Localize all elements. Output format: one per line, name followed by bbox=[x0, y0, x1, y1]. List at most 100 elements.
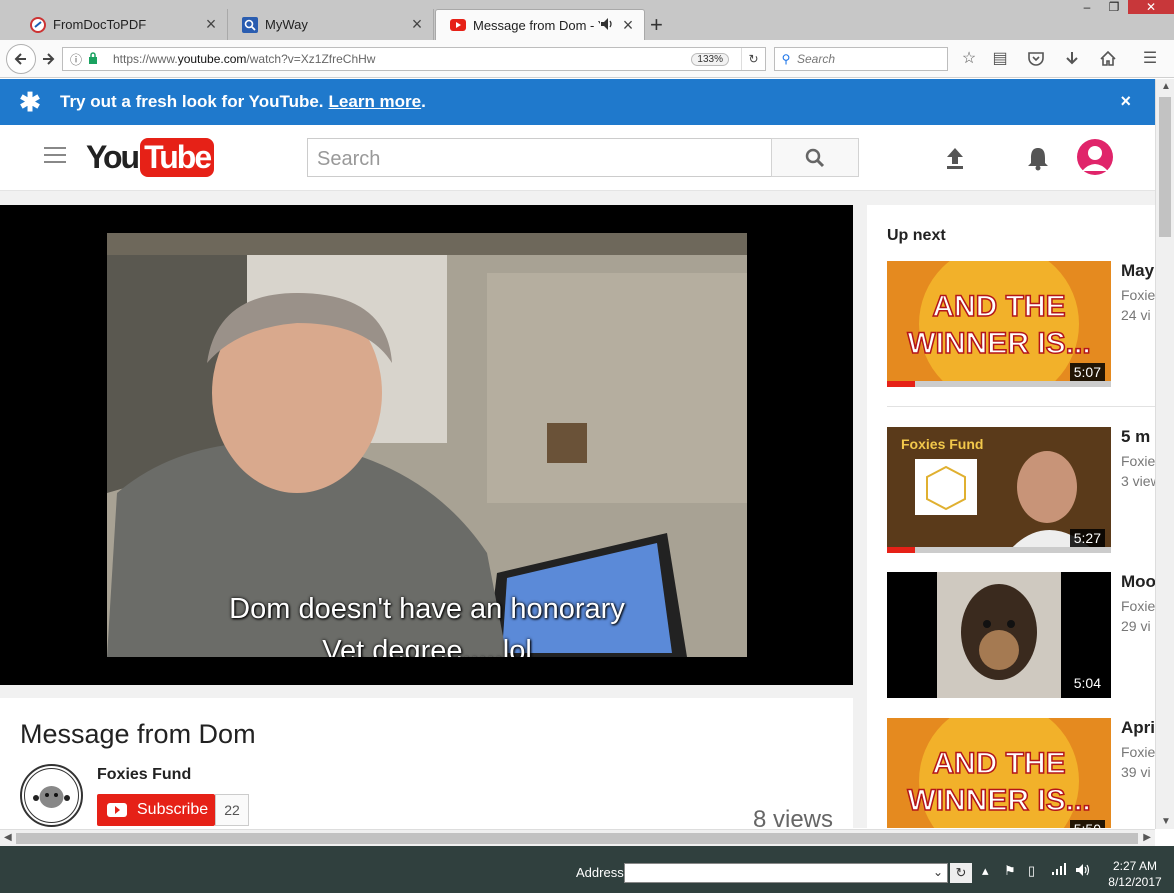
video-duration: 5:07 bbox=[1069, 363, 1105, 381]
volume-icon[interactable] bbox=[1075, 863, 1091, 880]
youtube-icon bbox=[450, 17, 466, 33]
banner-close-icon[interactable]: × bbox=[1120, 91, 1131, 112]
bookmark-star-icon[interactable]: ☆ bbox=[957, 48, 981, 70]
youtube-header: You Tube Search bbox=[0, 125, 1155, 191]
clock-time: 2:27 AM bbox=[1112, 859, 1158, 873]
address-go-icon[interactable]: ↻ bbox=[950, 863, 972, 883]
video-duration: 5:50 bbox=[1069, 820, 1105, 828]
video-thumbnail[interactable]: AND THE WINNER IS... 5:07 bbox=[887, 261, 1111, 387]
window-close-icon[interactable]: ✕ bbox=[1128, 0, 1174, 14]
video-duration: 5:27 bbox=[1069, 529, 1105, 547]
vertical-scrollbar[interactable]: ▲ ▼ bbox=[1155, 79, 1174, 829]
thumb-text: WINNER IS... bbox=[907, 784, 1090, 817]
logo-tube: Tube bbox=[140, 138, 215, 177]
upload-icon[interactable] bbox=[937, 140, 973, 176]
channel-name[interactable]: Foxies Fund bbox=[97, 766, 191, 784]
video-player[interactable]: Dom doesn't have an honorary Vet degree.… bbox=[0, 205, 853, 685]
browser-tab-strip: FromDocToPDF × MyWay × Message from Dom … bbox=[0, 0, 1174, 40]
tab-label: FromDocToPDF bbox=[53, 17, 147, 32]
download-icon[interactable] bbox=[1060, 48, 1084, 70]
device-icon[interactable]: ▯ bbox=[1028, 863, 1035, 879]
speaker-icon[interactable] bbox=[600, 17, 614, 34]
info-icon[interactable]: ⓘ bbox=[67, 51, 85, 68]
forward-arrow-icon[interactable] bbox=[38, 48, 58, 70]
fromdoctopdf-icon bbox=[30, 16, 46, 33]
browser-search-box[interactable]: ⚲ Search bbox=[774, 47, 948, 71]
divider bbox=[887, 406, 1155, 407]
subscribe-button[interactable]: Subscribe bbox=[97, 794, 215, 826]
url-bar[interactable]: ⓘ https://www.youtube.com/watch?v=Xz1Zfr… bbox=[62, 47, 766, 71]
clock-date: 8/12/2017 bbox=[1108, 875, 1162, 889]
scroll-right-icon[interactable]: ▶ bbox=[1143, 832, 1151, 843]
caption-line-2: Vet degree.....lol bbox=[322, 635, 532, 657]
account-avatar[interactable] bbox=[1077, 139, 1113, 175]
back-arrow-icon[interactable] bbox=[6, 44, 36, 74]
horizontal-scrollbar[interactable]: ◀ ▶ bbox=[0, 829, 1155, 846]
search-placeholder: Search bbox=[797, 52, 836, 66]
list-item[interactable]: 5:04 Moo Foxie 29 vi bbox=[887, 572, 1155, 698]
video-title: Message from Dom bbox=[20, 719, 256, 749]
learn-more-link[interactable]: Learn more bbox=[329, 92, 422, 112]
lock-icon[interactable] bbox=[85, 51, 101, 67]
thumb-text: Foxies Fund bbox=[901, 436, 983, 452]
scroll-up-icon[interactable]: ▲ bbox=[1161, 81, 1171, 92]
notifications-bell-icon[interactable] bbox=[1020, 140, 1056, 176]
channel-avatar[interactable] bbox=[20, 764, 83, 827]
taskbar-address-input[interactable]: ⌄ bbox=[624, 863, 948, 883]
guide-menu-icon[interactable] bbox=[44, 147, 66, 167]
pocket-icon[interactable] bbox=[1024, 48, 1048, 70]
hamburger-menu-icon[interactable]: ☰ bbox=[1138, 48, 1162, 70]
action-center-flag-icon[interactable]: ⚑ bbox=[1004, 863, 1016, 879]
tab-fromdoctopdf[interactable]: FromDocToPDF × bbox=[16, 9, 228, 40]
thumb-text: WINNER IS... bbox=[907, 327, 1090, 360]
video-thumbnail[interactable]: Foxies Fund 5:27 bbox=[887, 427, 1111, 553]
address-label: Address bbox=[576, 865, 624, 880]
video-title[interactable]: May bbox=[1121, 261, 1155, 281]
video-title[interactable]: Apri bbox=[1121, 718, 1155, 738]
channel-name: Foxie bbox=[1121, 453, 1155, 469]
tab-label: Message from Dom - Yo bbox=[473, 17, 600, 33]
video-info-panel: Message from Dom Foxies Fund Subscribe 2… bbox=[0, 698, 853, 833]
reading-list-icon[interactable]: ▤ bbox=[988, 48, 1012, 70]
scroll-left-icon[interactable]: ◀ bbox=[4, 832, 12, 843]
windows-taskbar: Address ⌄ ↻ ▴ ⚑ ▯ 2:27 AM 8/12/2017 bbox=[0, 846, 1174, 893]
tab-close-icon[interactable]: × bbox=[203, 14, 219, 35]
new-tab-plus-icon[interactable]: + bbox=[650, 12, 663, 38]
youtube-search-input[interactable]: Search bbox=[307, 138, 772, 177]
list-item[interactable]: AND THE WINNER IS... 5:50 Apri Foxie 39 … bbox=[887, 718, 1155, 828]
video-title[interactable]: 5 m bbox=[1121, 427, 1155, 447]
browser-nav-bar: ⓘ https://www.youtube.com/watch?v=Xz1Zfr… bbox=[0, 40, 1174, 78]
subscribe-label: Subscribe bbox=[137, 801, 209, 818]
banner-text: Try out a fresh look for YouTube. bbox=[60, 92, 324, 111]
zoom-badge[interactable]: 133% bbox=[691, 52, 729, 66]
scroll-down-icon[interactable]: ▼ bbox=[1161, 816, 1171, 827]
youtube-search-button[interactable] bbox=[771, 138, 859, 177]
search-engine-icon[interactable]: ⚲ bbox=[775, 52, 797, 66]
list-item[interactable]: Foxies Fund 5:27 5 m Foxie 3 view bbox=[887, 427, 1155, 553]
up-next-sidebar: Up next AND THE WINNER IS... 5:07 May Fo… bbox=[867, 205, 1155, 828]
video-thumbnail[interactable]: AND THE WINNER IS... 5:50 bbox=[887, 718, 1111, 828]
url-text[interactable]: https://www.youtube.com/watch?v=Xz1ZfreC… bbox=[113, 52, 691, 66]
video-thumbnail[interactable]: 5:04 bbox=[887, 572, 1111, 698]
taskbar-clock[interactable]: 2:27 AM 8/12/2017 bbox=[1100, 858, 1170, 890]
list-item[interactable]: AND THE WINNER IS... 5:07 May Foxie 24 v… bbox=[887, 261, 1155, 387]
reload-icon[interactable]: ↻ bbox=[741, 48, 765, 70]
tab-close-icon[interactable]: × bbox=[620, 15, 636, 36]
scrollbar-thumb[interactable] bbox=[1159, 97, 1171, 237]
chevron-down-icon[interactable]: ⌄ bbox=[933, 865, 943, 879]
subscriber-count: 22 bbox=[215, 794, 249, 826]
maximize-icon[interactable]: ❐ bbox=[1107, 0, 1121, 14]
tab-myway[interactable]: MyWay × bbox=[228, 9, 434, 40]
tab-close-icon[interactable]: × bbox=[409, 14, 425, 35]
scrollbar-thumb[interactable] bbox=[16, 833, 1138, 844]
video-duration: 5:04 bbox=[1069, 674, 1105, 692]
network-signal-icon[interactable] bbox=[1052, 863, 1066, 878]
view-count: 24 vi bbox=[1121, 307, 1151, 323]
youtube-logo[interactable]: You Tube bbox=[86, 138, 215, 177]
minimize-icon[interactable]: – bbox=[1080, 0, 1094, 14]
home-icon[interactable] bbox=[1096, 48, 1120, 70]
tab-youtube-active[interactable]: Message from Dom - Yo × bbox=[435, 9, 645, 40]
asterisk-icon: ✱ bbox=[19, 86, 41, 117]
tray-expand-icon[interactable]: ▴ bbox=[982, 863, 989, 879]
video-title[interactable]: Moo bbox=[1121, 572, 1155, 592]
